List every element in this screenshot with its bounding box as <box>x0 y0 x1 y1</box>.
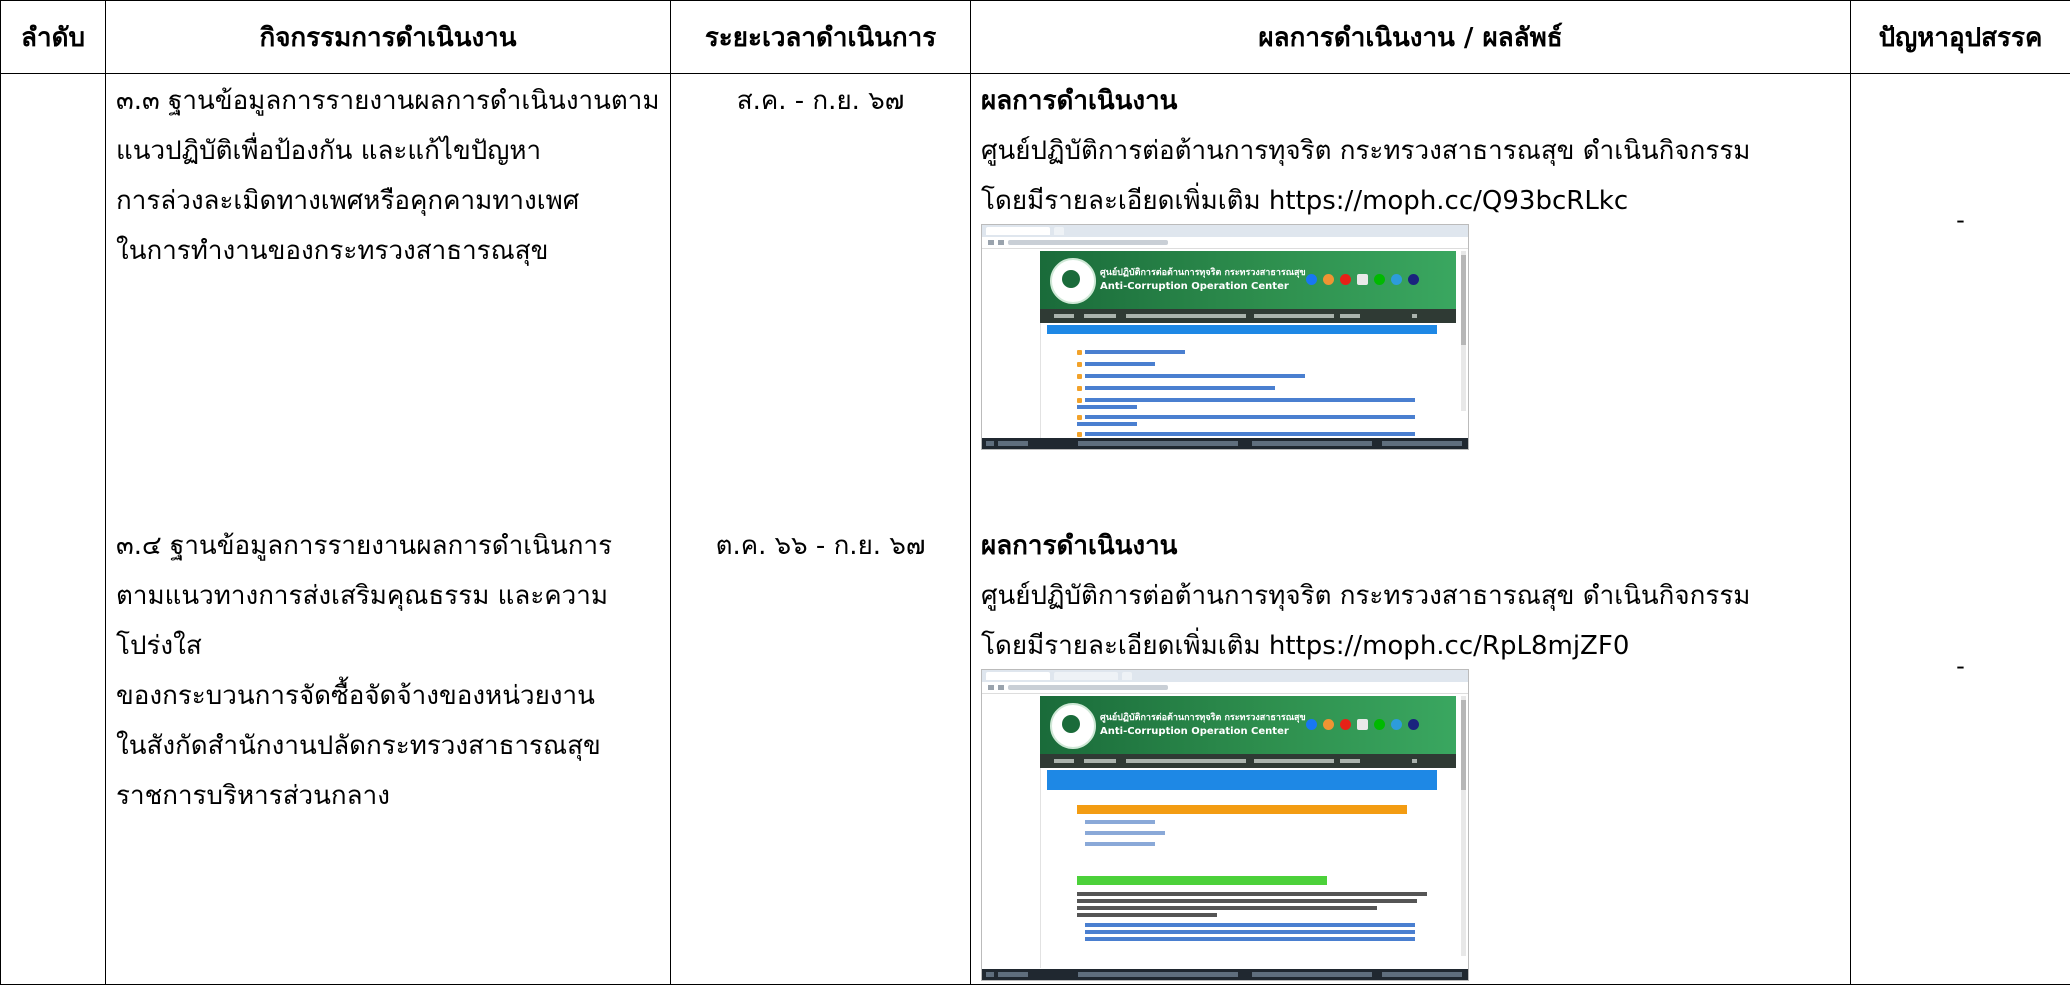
moph-logo-icon <box>1050 703 1096 749</box>
windows-taskbar <box>982 969 1468 980</box>
activity-report-table: ลำดับ กิจกรรมการดำเนินงาน ระยะเวลาดำเนิน… <box>0 0 2070 985</box>
email-icon <box>1391 719 1402 730</box>
scrollbar <box>1461 696 1466 956</box>
activity-line: ของกระบวนการจัดซื้อจัดจ้างของหน่วยงาน <box>116 681 595 711</box>
website-screenshot: ศูนย์ปฏิบัติการต่อต้านการทุจริต กระทรวงส… <box>981 224 1469 450</box>
facebook-icon <box>1306 274 1317 285</box>
activity-line: ราชการบริหารส่วนกลาง <box>116 781 390 811</box>
banner-title: ศูนย์ปฏิบัติการต่อต้านการทุจริต กระทรวงส… <box>1100 268 1306 278</box>
browser-tab-bar <box>982 225 1468 237</box>
order-cell <box>0 73 106 985</box>
social-icons <box>1306 274 1419 285</box>
website-screenshot: ศูนย์ปฏิบัติการต่อต้านการทุจริต กระทรวงส… <box>981 669 1469 981</box>
activity-cell: ๓.๓ ฐานข้อมูลการรายงานผลการดำเนินงานตาม … <box>105 73 671 985</box>
browser-tab-bar <box>982 670 1468 682</box>
result-3-3: ผลการดำเนินงาน ศูนย์ปฏิบัติการต่อต้านการ… <box>981 76 1840 226</box>
result-line: ศูนย์ปฏิบัติการต่อต้านการทุจริต กระทรวงส… <box>981 581 1751 611</box>
activity-3-4: ๓.๔ ฐานข้อมูลการรายงานผลการดำเนินการ ตาม… <box>116 521 662 821</box>
problem-3-4: - <box>1956 652 1965 680</box>
document-icon <box>1357 719 1368 730</box>
result-heading: ผลการดำเนินงาน <box>981 531 1178 561</box>
site-banner: ศูนย์ปฏิบัติการต่อต้านการทุจริต กระทรวงส… <box>1040 251 1456 309</box>
result-cell: ผลการดำเนินงาน ศูนย์ปฏิบัติการต่อต้านการ… <box>970 73 1851 985</box>
instagram-icon <box>1323 274 1334 285</box>
chat-icon <box>1374 274 1385 285</box>
document-icon <box>1357 274 1368 285</box>
browser-address-bar <box>982 237 1468 249</box>
site-content <box>1040 323 1457 449</box>
header-problem: ปัญหาอุปสรรค <box>1850 0 2070 74</box>
header-activity: กิจกรรมการดำเนินงาน <box>105 0 671 74</box>
activity-line: ในสังกัดสำนักงานปลัดกระทรวงสาธารณสุข <box>116 731 601 761</box>
instagram-icon <box>1323 719 1334 730</box>
period-cell: ส.ค. - ก.ย. ๖๗ ต.ค. ๖๖ - ก.ย. ๖๗ <box>670 73 971 985</box>
header-result: ผลการดำเนินงาน / ผลลัพธ์ <box>970 0 1851 74</box>
activity-line: แนวปฏิบัติเพื่อป้องกัน และแก้ไขปัญหา <box>116 136 542 166</box>
banner-subtitle: Anti-Corruption Operation Center <box>1100 281 1289 292</box>
activity-line: ๓.๔ ฐานข้อมูลการรายงานผลการดำเนินการ <box>116 531 613 561</box>
table-header-row: ลำดับ กิจกรรมการดำเนินงาน ระยะเวลาดำเนิน… <box>0 0 2070 74</box>
result-line: โดยมีรายละเอียดเพิ่มเติม https://moph.cc… <box>981 186 1629 216</box>
activity-line: ตามแนวทางการส่งเสริมคุณธรรม และความโปร่ง… <box>116 581 609 661</box>
problem-cell: - - <box>1850 73 2070 985</box>
email-icon <box>1391 274 1402 285</box>
banner-title: ศูนย์ปฏิบัติการต่อต้านการทุจริต กระทรวงส… <box>1100 713 1306 723</box>
result-heading: ผลการดำเนินงาน <box>981 86 1178 116</box>
browser-address-bar <box>982 682 1468 694</box>
link-icon <box>1408 719 1419 730</box>
header-period: ระยะเวลาดำเนินการ <box>670 0 971 74</box>
windows-taskbar <box>982 438 1468 449</box>
header-order: ลำดับ <box>0 0 106 74</box>
period-3-3: ส.ค. - ก.ย. ๖๗ <box>736 86 905 116</box>
link-icon <box>1408 274 1419 285</box>
chat-icon <box>1374 719 1385 730</box>
problem-3-3: - <box>1956 206 1965 234</box>
site-banner: ศูนย์ปฏิบัติการต่อต้านการทุจริต กระทรวงส… <box>1040 696 1456 754</box>
scrollbar <box>1461 251 1466 411</box>
site-content <box>1040 768 1457 968</box>
youtube-icon <box>1340 274 1351 285</box>
site-nav-bar <box>1040 754 1456 768</box>
result-line: ศูนย์ปฏิบัติการต่อต้านการทุจริต กระทรวงส… <box>981 136 1751 166</box>
youtube-icon <box>1340 719 1351 730</box>
facebook-icon <box>1306 719 1317 730</box>
activity-line: ๓.๓ ฐานข้อมูลการรายงานผลการดำเนินงานตาม <box>116 86 660 116</box>
activity-3-3: ๓.๓ ฐานข้อมูลการรายงานผลการดำเนินงานตาม … <box>116 76 662 276</box>
period-3-4: ต.ค. ๖๖ - ก.ย. ๖๗ <box>715 531 926 561</box>
activity-line: การล่วงละเมิดทางเพศหรือคุกคามทางเพศ <box>116 186 580 216</box>
site-nav-bar <box>1040 309 1456 323</box>
result-line: โดยมีรายละเอียดเพิ่มเติม https://moph.cc… <box>981 631 1630 661</box>
moph-logo-icon <box>1050 258 1096 304</box>
result-3-4: ผลการดำเนินงาน ศูนย์ปฏิบัติการต่อต้านการ… <box>981 521 1840 671</box>
social-icons <box>1306 719 1419 730</box>
activity-line: ในการทำงานของกระทรวงสาธารณสุข <box>116 236 549 266</box>
table-row: ๓.๓ ฐานข้อมูลการรายงานผลการดำเนินงานตาม … <box>0 73 2070 985</box>
banner-subtitle: Anti-Corruption Operation Center <box>1100 726 1289 737</box>
